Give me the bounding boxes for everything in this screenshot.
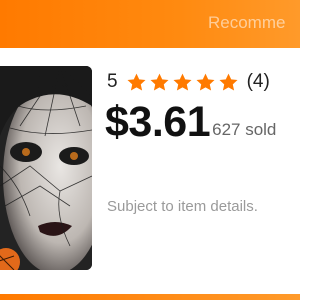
halloween-face-image xyxy=(0,66,92,270)
sold-count: 627 sold xyxy=(212,120,277,139)
screen: Recomme 5 (4) $3.61 627 sold Subject to … xyxy=(0,0,300,300)
bottom-accent-bar xyxy=(0,294,300,300)
review-count[interactable]: (4) xyxy=(247,71,270,93)
rating-row[interactable]: 5 (4) xyxy=(107,70,270,94)
star-icon xyxy=(149,72,170,93)
recommend-tab[interactable]: Recomme xyxy=(208,13,285,33)
star-rating xyxy=(126,72,241,93)
star-icon xyxy=(195,72,216,93)
item-details-note: Subject to item details. xyxy=(107,198,258,215)
product-image[interactable] xyxy=(0,66,92,270)
star-icon xyxy=(126,72,147,93)
rating-score: 5 xyxy=(107,71,118,92)
star-icon xyxy=(172,72,193,93)
price-row: $3.61 627 sold xyxy=(105,98,276,146)
star-icon xyxy=(218,72,239,93)
header-bar: Recomme xyxy=(0,0,300,48)
price: $3.61 xyxy=(105,98,211,146)
product-card[interactable]: 5 (4) $3.61 627 sold Subject to item det… xyxy=(0,48,300,294)
